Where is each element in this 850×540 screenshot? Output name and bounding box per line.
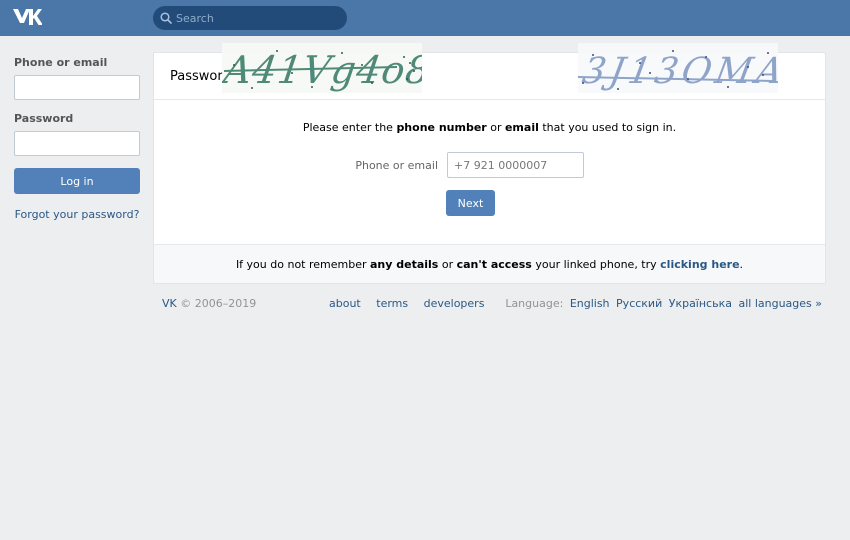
captcha-right-text: 3J13OMA — [579, 49, 778, 92]
captcha-image-left: A41Vg4o8 — [222, 43, 422, 93]
footer-link-terms[interactable]: terms — [376, 297, 408, 310]
language-selector: Language: English Русский Українська all… — [505, 297, 822, 310]
login-panel: Phone or email Password Log in Forgot yo… — [14, 56, 140, 221]
card-footer: If you do not remember any details or ca… — [154, 244, 825, 283]
instruction-part: or — [486, 121, 505, 134]
instruction-part: Please enter the — [302, 121, 397, 134]
forgot-password-link[interactable]: Forgot your password? — [14, 208, 140, 221]
instruction-part: that you used to sign in. — [538, 121, 677, 134]
footer-bold-access: can't access — [456, 258, 532, 271]
login-phone-input[interactable] — [14, 75, 140, 100]
language-russian[interactable]: Русский — [616, 297, 662, 310]
phone-or-email-label: Phone or email — [355, 159, 438, 172]
footer-links: about terms developers — [329, 297, 496, 310]
all-languages-link[interactable]: all languages » — [738, 297, 822, 310]
search-box[interactable] — [153, 6, 347, 30]
page-footer: VK © 2006–2019 about terms developers La… — [162, 297, 822, 313]
password-label: Password — [14, 112, 74, 125]
footer-bold-details: any details — [370, 258, 439, 271]
card-header: Passwor A41Vg4o8 3J13OMA — [154, 43, 825, 100]
footer-link-about[interactable]: about — [329, 297, 361, 310]
footer-text-part: . — [739, 258, 744, 271]
captcha-image-right: 3J13OMA — [578, 43, 778, 93]
copyright-years: © 2006–2019 — [176, 297, 257, 310]
language-english[interactable]: English — [570, 297, 610, 310]
footer-text-part: If you do not remember — [235, 258, 370, 271]
top-bar — [0, 0, 850, 36]
instruction-text: Please enter the phone number or email t… — [154, 121, 825, 134]
language-label: Language: — [505, 297, 564, 310]
footer-text-part: your linked phone, try — [531, 258, 661, 271]
card-title: Passwor — [170, 69, 223, 84]
phone-label: Phone or email — [14, 56, 108, 69]
instruction-bold-email: email — [504, 121, 539, 134]
footer-link-developers[interactable]: developers — [424, 297, 485, 310]
language-ukrainian[interactable]: Українська — [669, 297, 732, 310]
search-input[interactable] — [176, 6, 341, 30]
login-password-input[interactable] — [14, 131, 140, 156]
vk-logo-icon[interactable] — [12, 7, 42, 27]
footer-text-part: or — [438, 258, 457, 271]
copyright: VK © 2006–2019 — [162, 297, 256, 310]
search-icon — [160, 12, 172, 24]
next-button[interactable]: Next — [446, 190, 495, 216]
phone-or-email-input[interactable] — [447, 152, 584, 178]
restore-card: Passwor A41Vg4o8 3J13OMA Please enter th… — [153, 43, 826, 284]
clicking-here-link[interactable]: clicking here — [660, 258, 739, 271]
login-button[interactable]: Log in — [14, 168, 140, 194]
instruction-bold-phone: phone number — [396, 121, 487, 134]
vk-home-link[interactable]: VK — [162, 297, 177, 310]
